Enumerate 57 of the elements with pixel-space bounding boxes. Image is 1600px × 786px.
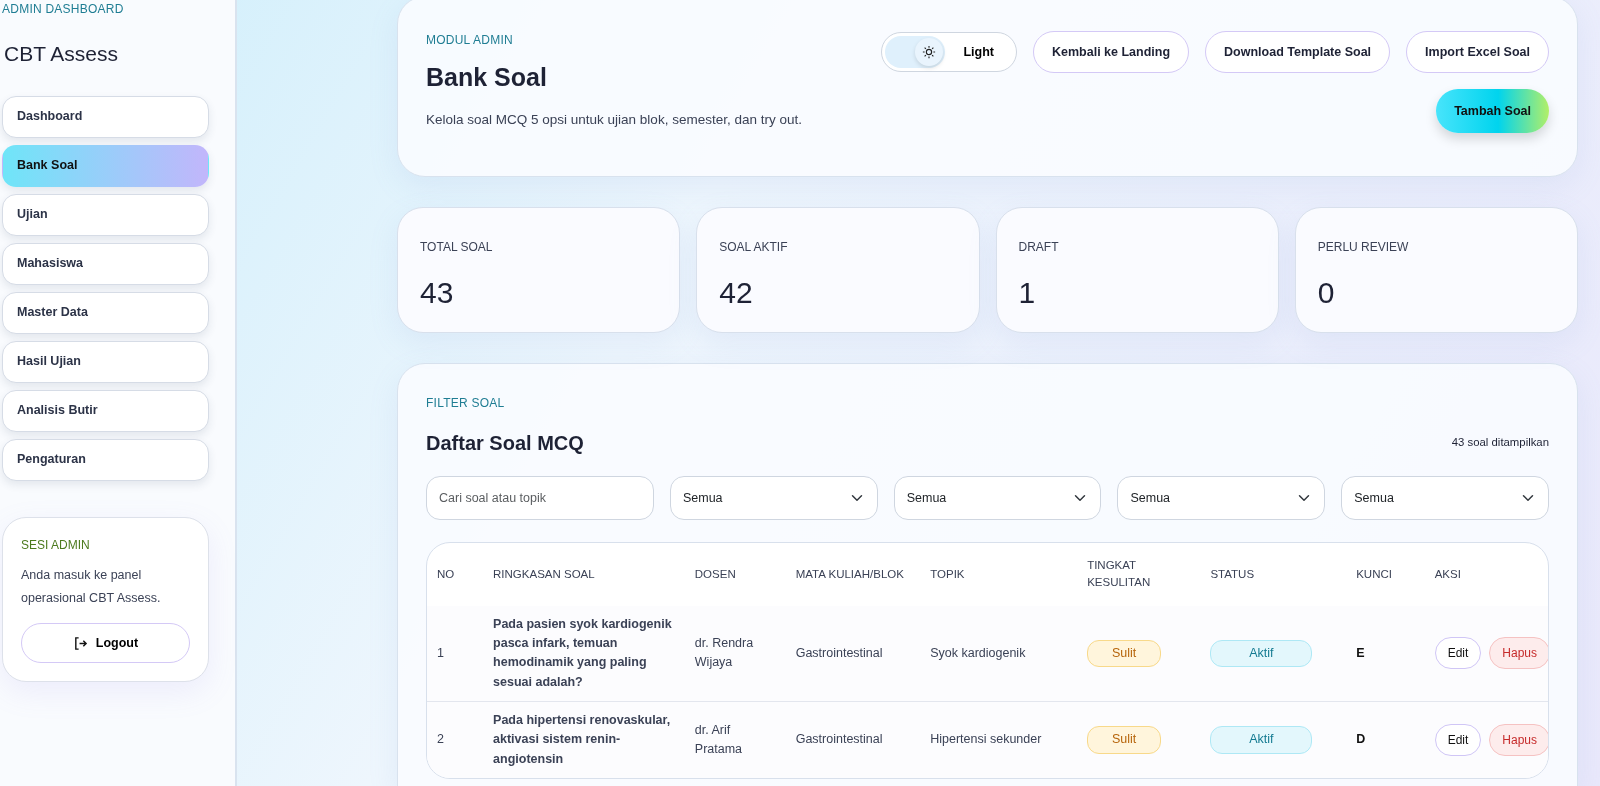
result-count: 43 soal ditampilkan [1451, 435, 1549, 451]
column-header: TINGKAT KESULITAN [1086, 558, 1152, 591]
header-button[interactable]: Kembali ke Landing [1033, 31, 1190, 73]
stat-value: 0 [1317, 275, 1336, 311]
nav-item[interactable]: Hasil Ujian [2, 340, 209, 383]
status-badge: Aktif [1210, 726, 1313, 754]
edit-button[interactable]: Edit [1434, 724, 1482, 757]
session-text: Anda masuk ke panel operasional CBT Assess. [21, 566, 162, 608]
column-header: MATA KULIAH/BLOK [794, 566, 905, 582]
stat-label: SOAL AKTIF [719, 239, 789, 256]
column-header: DOSEN [693, 566, 737, 582]
filter-select[interactable]: Semua [1117, 476, 1326, 520]
page-description: Kelola soal MCQ 5 opsi untuk ujian blok, semester, dan try out. [426, 110, 802, 129]
add-question-button[interactable]: Tambah Soal [1436, 89, 1549, 133]
nav-item[interactable]: Master Data [2, 291, 209, 334]
nav-item[interactable]: Analisis Butir [2, 389, 209, 432]
delete-button[interactable]: Hapus [1489, 637, 1548, 670]
stat-value: 42 [719, 275, 754, 311]
stat-value: 1 [1018, 275, 1037, 311]
stat-value: 43 [420, 275, 455, 311]
nav-item[interactable]: Bank Soal [2, 144, 209, 187]
page-title: Bank Soal [426, 62, 548, 93]
logout-icon [72, 635, 88, 651]
stat-label: DRAFT [1018, 239, 1060, 256]
filter-select[interactable]: Semua [1341, 476, 1549, 520]
difficulty-badge: Sulit [1087, 639, 1162, 667]
header-button[interactable]: Download Template Soal [1205, 31, 1391, 73]
sun-icon [922, 45, 937, 59]
logout-button[interactable]: Logout [21, 623, 190, 663]
edit-button[interactable]: Edit [1434, 637, 1482, 670]
column-header: KUNCI [1355, 566, 1393, 582]
module-eyebrow: MODUL ADMIN [426, 32, 514, 49]
row-number: 2 [427, 701, 484, 779]
list-title: Daftar Soal MCQ [426, 431, 584, 456]
search-field[interactable]: Cari soal atau topik [426, 476, 654, 520]
delete-button[interactable]: Hapus [1489, 724, 1548, 757]
nav-item[interactable]: Pengaturan [2, 438, 209, 481]
nav-item[interactable]: Mahasiswa [2, 242, 209, 285]
nav-item[interactable]: Ujian [2, 193, 209, 236]
stat-label: TOTAL SOAL [420, 239, 494, 256]
status-badge: Aktif [1210, 639, 1313, 667]
column-header: TOPIK [929, 566, 966, 582]
theme-toggle[interactable]: Light [881, 32, 1017, 72]
dashboard-eyebrow: ADMIN DASHBOARD [2, 1, 125, 18]
filter-select[interactable]: Semua [893, 476, 1102, 520]
filter-eyebrow: FILTER SOAL [426, 395, 506, 412]
column-header: AKSI [1433, 566, 1462, 582]
stat-label: PERLU REVIEW [1317, 239, 1410, 256]
app-title: CBT Assess [4, 41, 119, 67]
column-header: RINGKASAN SOAL [492, 566, 596, 582]
session-eyebrow: SESI ADMIN [21, 536, 91, 554]
header-button[interactable]: Import Excel Soal [1406, 31, 1549, 73]
difficulty-badge: Sulit [1087, 726, 1162, 754]
column-header: NO [436, 566, 456, 582]
filter-select[interactable]: Semua [669, 476, 878, 520]
column-header: STATUS [1209, 566, 1256, 582]
nav-item[interactable]: Dashboard [2, 95, 209, 138]
